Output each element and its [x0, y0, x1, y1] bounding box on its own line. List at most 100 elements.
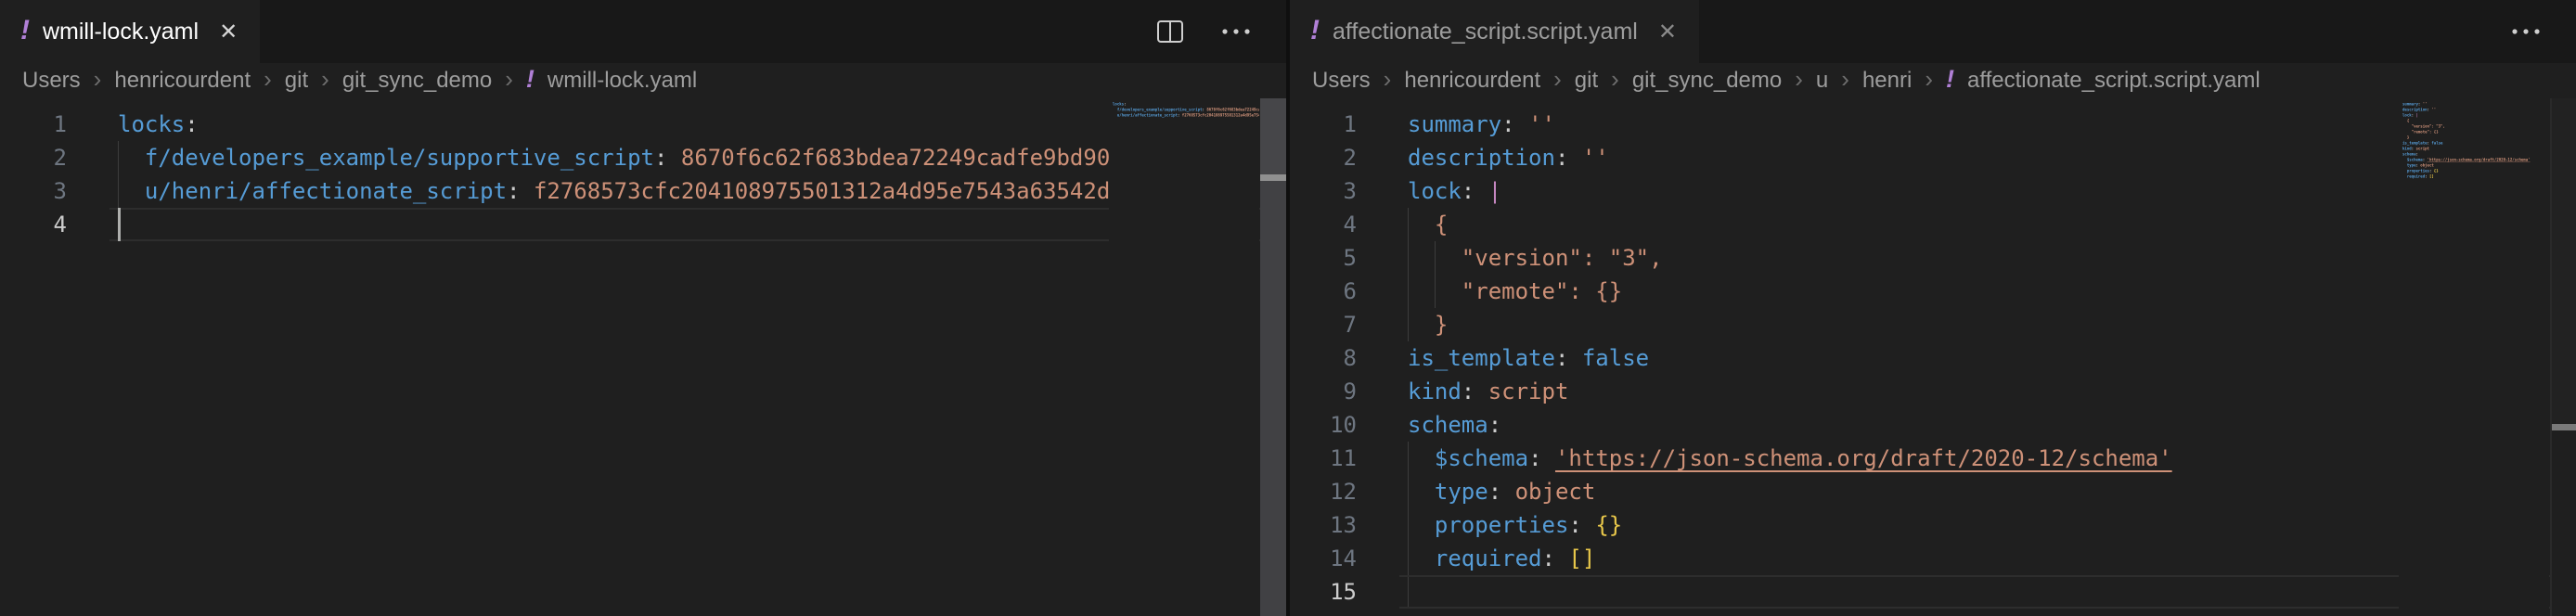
breadcrumb-item[interactable]: git [285, 68, 308, 94]
code-line[interactable]: 2 description: '' [1290, 141, 2576, 174]
code-line[interactable]: 14 required: [] [1290, 542, 2576, 575]
code-line-text: schema: [1408, 408, 1501, 442]
line-number: 2 [1290, 141, 1357, 174]
tab-label: wmill-lock.yaml [43, 19, 199, 45]
code-line-text: "remote": {} [1408, 275, 1622, 308]
editor-group-left: ! wmill-lock.yaml ✕ [0, 0, 1286, 616]
close-icon[interactable]: ✕ [219, 19, 238, 45]
yaml-file-icon: ! [526, 65, 535, 94]
code-line-text: kind: script [1408, 375, 1568, 408]
line-number: 14 [1290, 542, 1357, 575]
line-number: 4 [0, 208, 67, 241]
vertical-scrollbar[interactable] [1260, 98, 1286, 616]
minimap[interactable]: locks: f/developers_example/supportive_s… [1109, 98, 1259, 616]
tab-bar-right: ! affectionate_script.script.yaml ✕ [1290, 0, 2576, 63]
code-line[interactable]: 10 schema: [1290, 408, 2576, 442]
line-number: 13 [1290, 508, 1357, 542]
editor-group-right: ! affectionate_script.script.yaml ✕ User… [1290, 0, 2576, 616]
code-line[interactable]: 11 $schema: 'https://json-schema.org/dra… [1290, 442, 2576, 475]
chevron-right-icon: › [1384, 65, 1392, 94]
chevron-right-icon: › [505, 65, 513, 94]
code-line[interactable]: 6 "remote": {} [1290, 275, 2576, 308]
line-number: 9 [1290, 375, 1357, 408]
chevron-right-icon: › [1611, 65, 1619, 94]
breadcrumb-item[interactable]: git_sync_demo [342, 68, 492, 94]
tab-label: affectionate_script.script.yaml [1333, 19, 1638, 45]
breadcrumb-item[interactable]: henri [1862, 68, 1912, 94]
line-number: 12 [1290, 475, 1357, 508]
chevron-right-icon: › [1795, 65, 1803, 94]
more-actions-icon[interactable] [2507, 16, 2544, 47]
breadcrumb-item[interactable]: Users [22, 68, 81, 94]
code-line[interactable]: 3 u/henri/affectionate_script: f2768573c… [0, 174, 1286, 208]
line-number: 3 [1290, 174, 1357, 208]
code-editor[interactable]: locks: f/developers_example/supportive_s… [0, 98, 1286, 616]
code-line[interactable]: 13 properties: {} [1290, 508, 2576, 542]
more-actions-icon[interactable] [1217, 16, 1255, 47]
code-line-text: type: object [1408, 475, 1595, 508]
code-line-text: is_template: false [1408, 341, 1649, 375]
code-line-text: { [1408, 208, 1448, 241]
code-line-text: "version": "3", [1408, 241, 1663, 275]
chevron-right-icon: › [264, 65, 272, 94]
breadcrumb-item[interactable]: git [1575, 68, 1598, 94]
line-number: 4 [1290, 208, 1357, 241]
code-line[interactable]: 4 { [1290, 208, 2576, 241]
code-line[interactable]: 1locks: [0, 108, 1286, 141]
yaml-file-icon: ! [1310, 17, 1320, 45]
vertical-scrollbar[interactable] [2550, 98, 2576, 616]
code-line[interactable]: 7 } [1290, 308, 2576, 341]
chevron-right-icon: › [94, 65, 102, 94]
yaml-file-icon: ! [1946, 65, 1954, 94]
line-number: 7 [1290, 308, 1357, 341]
line-number: 3 [0, 174, 67, 208]
line-number: 10 [1290, 408, 1357, 442]
editor-actions-right [2507, 0, 2576, 63]
line-number: 15 [1290, 575, 1357, 609]
breadcrumb-item[interactable]: henricourdent [114, 68, 251, 94]
code-line-text: lock: | [1408, 174, 1501, 208]
minimap-content: summary: ''description: ''lock: | { "ver… [2402, 101, 2531, 185]
minimap-content: locks: f/developers_example/supportive_s… [1113, 101, 1259, 123]
close-icon[interactable]: ✕ [1658, 19, 1677, 45]
code-line-text: $schema: 'https://json-schema.org/draft/… [1408, 442, 2172, 475]
code-line-text: } [1408, 308, 1448, 341]
tab-wmill-lock-yaml[interactable]: ! wmill-lock.yaml ✕ [0, 0, 260, 63]
breadcrumb-item[interactable]: henricourdent [1404, 68, 1540, 94]
code-line[interactable]: 15 [1290, 575, 2576, 609]
breadcrumb-file[interactable]: affectionate_script.script.yaml [1967, 68, 2260, 94]
split-editor-icon[interactable] [1154, 16, 1186, 47]
overview-cursor-marker [2552, 424, 2576, 430]
tab-affectionate-script-yaml[interactable]: ! affectionate_script.script.yaml ✕ [1290, 0, 1699, 63]
breadcrumb-item[interactable]: git_sync_demo [1632, 68, 1782, 94]
line-number: 1 [0, 108, 67, 141]
line-number: 1 [1290, 108, 1357, 141]
scrollbar-slider[interactable] [2552, 98, 2576, 424]
yaml-file-icon: ! [20, 17, 30, 45]
code-line[interactable]: 1 summary: '' [1290, 108, 2576, 141]
code-line-text: properties: {} [1408, 508, 1622, 542]
chevron-right-icon: › [1553, 65, 1562, 94]
tab-bar-left: ! wmill-lock.yaml ✕ [0, 0, 1286, 63]
breadcrumb-item[interactable]: u [1816, 68, 1828, 94]
code-line-text: f/developers_example/supportive_script: … [118, 141, 1110, 174]
code-line[interactable]: 12 type: object [1290, 475, 2576, 508]
code-line-text: description: '' [1408, 141, 1609, 174]
scrollbar-slider[interactable] [1260, 98, 1286, 177]
code-line[interactable]: 9 kind: script [1290, 375, 2576, 408]
overview-cursor-marker [1260, 174, 1286, 181]
code-line[interactable]: 4 [0, 208, 1286, 241]
code-line-text: u/henri/affectionate_script: f2768573cfc… [118, 174, 1110, 208]
breadcrumb-file[interactable]: wmill-lock.yaml [547, 68, 697, 94]
line-number: 8 [1290, 341, 1357, 375]
minimap[interactable]: summary: ''description: ''lock: | { "ver… [2399, 98, 2549, 616]
code-editor[interactable]: summary: ''description: ''lock: | { "ver… [1290, 98, 2576, 616]
breadcrumb-item[interactable]: Users [1312, 68, 1371, 94]
breadcrumb: Users›henricourdent›git›git_sync_demo›!w… [0, 63, 1286, 98]
code-line[interactable]: 8 is_template: false [1290, 341, 2576, 375]
code-line[interactable]: 5 "version": "3", [1290, 241, 2576, 275]
code-line[interactable]: 2 f/developers_example/supportive_script… [0, 141, 1286, 174]
code-line-text: summary: '' [1408, 108, 1555, 141]
line-number: 11 [1290, 442, 1357, 475]
code-line[interactable]: 3 lock: | [1290, 174, 2576, 208]
